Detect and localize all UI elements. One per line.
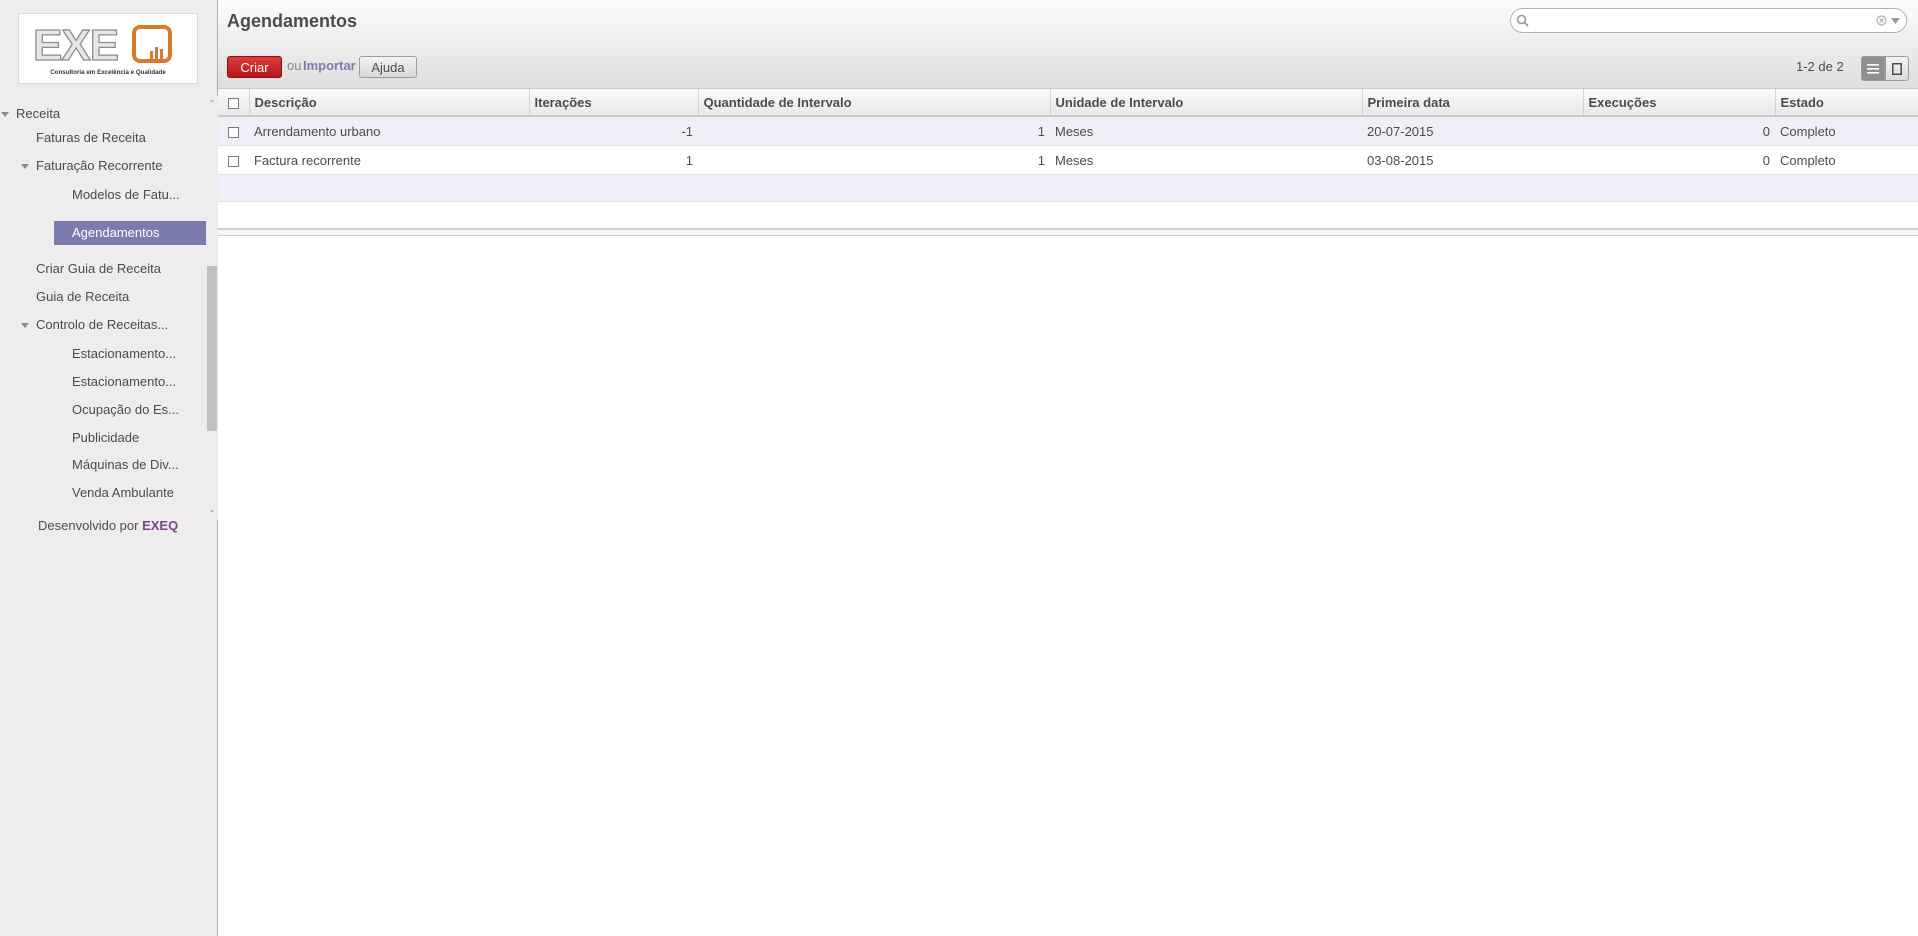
column-header-execucoes[interactable]: Execuções: [1583, 89, 1776, 117]
or-text: ou: [287, 58, 302, 73]
menu-item-label: Faturação Recorrente: [36, 158, 163, 173]
cell-primeira-data: 20-07-2015: [1362, 116, 1583, 146]
table-row[interactable]: Factura recorrente 1 1 Meses 03-08-2015 …: [218, 145, 1918, 175]
menu-item-ocupacao[interactable]: Ocupação do Es...: [72, 399, 179, 421]
row-select-cell: [218, 145, 249, 175]
sidebar-menu: Receita Faturas de Receita Faturação Rec…: [0, 103, 206, 516]
scrollbar-thumb[interactable]: [207, 266, 217, 431]
sidebar: EXE Consultoria em Excelência e Qualidad…: [0, 0, 218, 936]
menu-item-label: Criar Guia de Receita: [36, 261, 161, 276]
menu-item-agendamentos[interactable]: Agendamentos: [54, 221, 206, 245]
menu-item-estacionamento-1[interactable]: Estacionamento...: [72, 343, 176, 365]
pager-status[interactable]: 1-2 de 2: [1796, 59, 1844, 74]
menu-item-criar-guia-de-receita[interactable]: Criar Guia de Receita: [36, 258, 161, 280]
powered-by-footer: Desenvolvido por EXEQ: [38, 518, 178, 533]
cell-iteracoes: 1: [529, 145, 698, 175]
cell-unidade: Meses: [1050, 145, 1362, 175]
search-box[interactable]: [1510, 8, 1907, 33]
menu-item-label: Venda Ambulante: [72, 485, 174, 500]
cell-unidade: Meses: [1050, 116, 1362, 146]
menu-item-controlo-de-receitas[interactable]: Controlo de Receitas...: [20, 314, 168, 336]
row-checkbox[interactable]: [228, 155, 239, 167]
menu-item-label: Ocupação do Es...: [72, 402, 179, 417]
caret-down-icon: [21, 164, 29, 170]
cell-iteracoes: -1: [529, 116, 698, 146]
caret-down-icon: [1, 112, 9, 118]
empty-cell: [218, 201, 1918, 229]
search-input[interactable]: [1533, 12, 1867, 31]
form-view-icon: [1892, 62, 1902, 75]
import-link[interactable]: Importar: [303, 58, 356, 73]
column-header-descricao[interactable]: Descrição: [249, 89, 530, 117]
cell-descricao: Factura recorrente: [249, 145, 529, 175]
menu-item-label: Máquinas de Div...: [72, 457, 179, 472]
scroll-down-icon[interactable]: ⌄: [208, 506, 216, 514]
list-view-button[interactable]: [1861, 56, 1885, 81]
menu-item-label: Receita: [16, 106, 61, 121]
menu-item-maquinas[interactable]: Máquinas de Div...: [72, 454, 179, 476]
cell-execucoes: 0: [1583, 145, 1775, 175]
menu-item-label: Estacionamento...: [72, 346, 177, 361]
table-header-row: Descrição Iterações Quantidade de Interv…: [218, 89, 1918, 117]
clear-search-icon[interactable]: [1876, 15, 1887, 26]
menu-item-faturas-de-receita[interactable]: Faturas de Receita: [36, 127, 146, 149]
menu-item-label: Faturas de Receita: [36, 130, 146, 145]
menu-item-label: Agendamentos: [72, 225, 160, 240]
menu-item-label: Controlo de Receitas...: [36, 317, 169, 332]
company-logo[interactable]: EXE Consultoria em Excelência e Qualidad…: [18, 13, 198, 84]
caret-down-icon: [21, 323, 29, 329]
footer-prefix: Desenvolvido por: [38, 518, 139, 533]
cell-execucoes: 0: [1583, 116, 1775, 146]
column-header-unidade-intervalo[interactable]: Unidade de Intervalo: [1050, 89, 1363, 117]
create-button[interactable]: Criar: [227, 56, 282, 78]
search-icon: [1516, 14, 1529, 27]
select-all-checkbox[interactable]: [227, 97, 239, 109]
menu-item-label: Publicidade: [72, 430, 140, 445]
menu-item-publicidade[interactable]: Publicidade: [72, 427, 139, 449]
column-header-iteracoes[interactable]: Iterações: [529, 89, 699, 117]
column-header-estado[interactable]: Estado: [1775, 89, 1918, 117]
cell-descricao: Arrendamento urbano: [249, 116, 529, 146]
view-switcher: [1861, 56, 1909, 81]
sidebar-scrollbar[interactable]: ⌃ ⌄: [206, 96, 218, 520]
menu-item-estacionamento-2[interactable]: Estacionamento...: [72, 371, 176, 393]
menu-item-faturacao-recorrente[interactable]: Faturação Recorrente: [20, 155, 162, 177]
menu-item-label: Estacionamento...: [72, 374, 177, 389]
menu-item-guia-de-receita[interactable]: Guia de Receita: [36, 286, 129, 308]
select-all-cell: [218, 89, 250, 117]
empty-row: [218, 174, 1918, 202]
help-button[interactable]: Ajuda: [359, 56, 417, 78]
row-select-cell: [218, 116, 249, 146]
svg-text:Consultoria em Excelência e Qu: Consultoria em Excelência e Qualidade: [50, 69, 166, 76]
cell-quantidade: 1: [698, 145, 1050, 175]
cell-quantidade: 1: [698, 116, 1050, 146]
cell-primeira-data: 03-08-2015: [1362, 145, 1583, 175]
footer-brand-link[interactable]: EXEQ: [142, 518, 178, 533]
table-row[interactable]: Arrendamento urbano -1 1 Meses 20-07-201…: [218, 116, 1918, 146]
menu-item-receita[interactable]: Receita: [0, 103, 60, 125]
schedules-table: Descrição Iterações Quantidade de Interv…: [218, 89, 1918, 229]
column-header-primeira-data[interactable]: Primeira data: [1362, 89, 1584, 117]
cell-estado: Completo: [1775, 145, 1918, 175]
menu-item-label: Guia de Receita: [36, 289, 130, 304]
table-footer: [218, 228, 1918, 236]
view-header: Agendamentos Criar ou Importar Ajuda 1-2…: [218, 0, 1918, 89]
form-view-button[interactable]: [1885, 56, 1909, 81]
empty-row: [218, 201, 1918, 229]
main-content: Agendamentos Criar ou Importar Ajuda 1-2…: [218, 0, 1918, 936]
menu-item-label: Modelos de Fatu...: [72, 187, 180, 202]
scroll-up-icon[interactable]: ⌃: [208, 100, 216, 108]
column-header-quantidade-intervalo[interactable]: Quantidade de Intervalo: [698, 89, 1051, 117]
exeq-logo-icon: EXE Consultoria em Excelência e Qualidad…: [32, 20, 172, 76]
menu-item-modelos-de-fatura[interactable]: Modelos de Fatu...: [72, 184, 180, 206]
list-view-icon: [1867, 63, 1879, 74]
cell-estado: Completo: [1775, 116, 1918, 146]
page-title: Agendamentos: [227, 11, 358, 31]
menu-item-venda-ambulante[interactable]: Venda Ambulante: [72, 482, 174, 504]
svg-text:EXE: EXE: [33, 21, 118, 70]
row-checkbox[interactable]: [228, 126, 239, 138]
empty-cell: [218, 174, 1918, 202]
search-dropdown-icon[interactable]: [1891, 18, 1900, 24]
